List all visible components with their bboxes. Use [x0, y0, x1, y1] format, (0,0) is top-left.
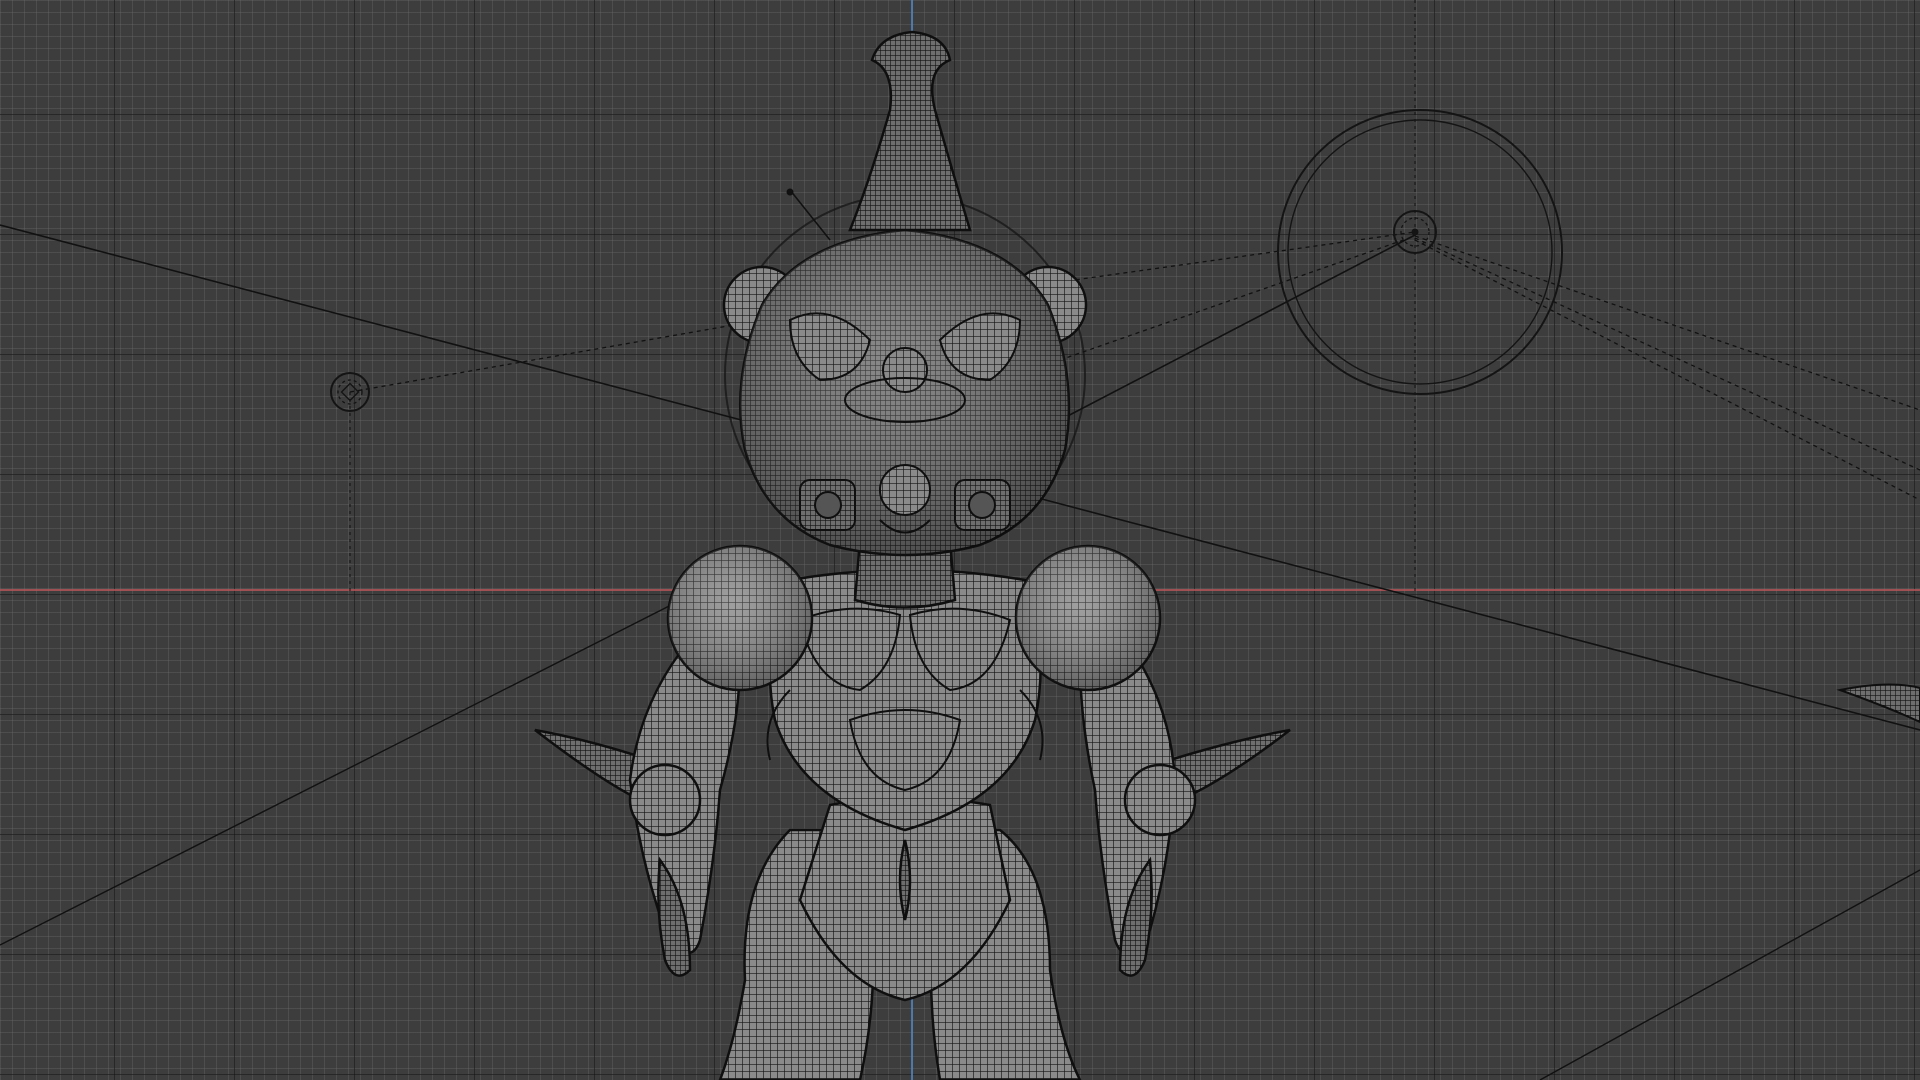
head-horn: [848, 30, 972, 232]
claw-mesh[interactable]: [1836, 683, 1920, 724]
scene-canvas[interactable]: [0, 0, 1920, 1080]
area-light-gizmo[interactable]: [1277, 109, 1563, 395]
3d-viewport[interactable]: [0, 0, 1920, 1080]
character-mesh[interactable]: [534, 30, 1291, 1080]
